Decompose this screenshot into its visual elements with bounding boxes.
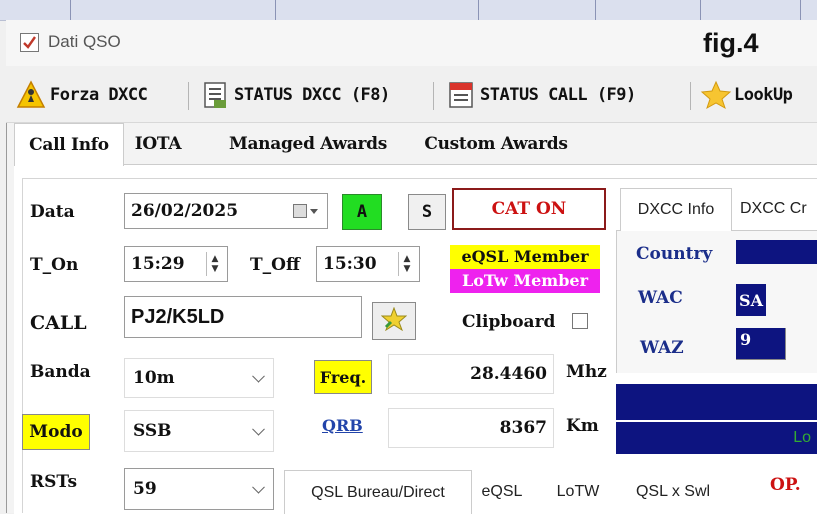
frequency-input[interactable]: 28.4460 bbox=[388, 354, 554, 394]
star-icon bbox=[380, 306, 408, 336]
warning-icon bbox=[16, 80, 46, 110]
clipboard-checkbox[interactable] bbox=[572, 313, 588, 329]
clipboard-label: Clipboard bbox=[462, 312, 556, 332]
tab-dxcc-cr[interactable]: DXCC Cr bbox=[732, 188, 817, 230]
lotw-member-badge: LoTw Member bbox=[450, 269, 600, 293]
tab-iota[interactable]: IOTA bbox=[124, 125, 192, 163]
call-input[interactable]: PJ2/K5LD bbox=[124, 296, 362, 338]
tab-qsl-swl[interactable]: QSL x Swl bbox=[620, 470, 726, 513]
qrb-unit: Km bbox=[566, 416, 599, 436]
qrb-value: 8367 bbox=[499, 418, 547, 438]
t-off-spinner[interactable]: ▲ ▼ bbox=[398, 252, 415, 276]
country-label: Country bbox=[636, 244, 713, 264]
group-border-left bbox=[22, 178, 23, 513]
t-on-value: 15:29 bbox=[131, 254, 185, 274]
status-call-label: STATUS CALL (F9) bbox=[480, 85, 636, 105]
t-off-time-input[interactable]: 15:30 ▲ ▼ bbox=[316, 246, 420, 282]
figure-label: fig.4 bbox=[703, 28, 759, 58]
a-button[interactable]: A bbox=[342, 194, 382, 230]
modo-dropdown[interactable]: SSB bbox=[124, 410, 274, 452]
info-bar-top bbox=[616, 384, 817, 420]
modo-label: Modo bbox=[22, 414, 90, 450]
chevron-down-icon bbox=[252, 369, 265, 383]
eqsl-member-badge: eQSL Member bbox=[450, 245, 600, 269]
tab-eqsl[interactable]: eQSL bbox=[470, 470, 534, 513]
qrb-link[interactable]: QRB bbox=[322, 416, 363, 435]
s-button[interactable]: S bbox=[408, 194, 446, 230]
force-dxcc-label: Forza DXCC bbox=[50, 85, 148, 105]
call-value: PJ2/K5LD bbox=[131, 305, 225, 328]
freq-unit: Mhz bbox=[566, 362, 607, 382]
star-icon bbox=[700, 80, 732, 110]
info-bar-bottom: Lo bbox=[616, 422, 817, 454]
rsts-value: 59 bbox=[133, 479, 157, 499]
banda-dropdown[interactable]: 10m bbox=[124, 358, 274, 398]
chevron-down-icon bbox=[252, 480, 265, 494]
checkbox-app-icon bbox=[20, 33, 39, 52]
calendar-document-icon bbox=[446, 80, 476, 110]
rsts-dropdown[interactable]: 59 bbox=[124, 468, 274, 510]
banda-label: Banda bbox=[30, 362, 91, 382]
toolbar-separator bbox=[690, 82, 691, 110]
group-border-top bbox=[22, 178, 817, 179]
lookup-label: LookUp bbox=[734, 85, 793, 105]
waz-label: WAZ bbox=[640, 338, 684, 358]
t-off-label: T_Off bbox=[250, 255, 300, 275]
data-label: Data bbox=[30, 202, 75, 222]
t-off-value: 15:30 bbox=[323, 254, 377, 274]
wac-value: SA bbox=[736, 284, 766, 316]
tab-managed-awards[interactable]: Managed Awards bbox=[214, 125, 402, 163]
banda-value: 10m bbox=[133, 368, 175, 388]
cat-on-button[interactable]: CAT ON bbox=[452, 188, 606, 230]
force-dxcc-button[interactable]: Forza DXCC bbox=[16, 74, 148, 116]
chevron-down-icon bbox=[252, 422, 265, 436]
tab-custom-awards[interactable]: Custom Awards bbox=[408, 125, 584, 163]
tab-dxcc-info[interactable]: DXCC Info bbox=[620, 188, 732, 231]
call-label: CALL bbox=[30, 312, 87, 334]
rsts-label: RSTs bbox=[30, 472, 78, 492]
tab-call-info[interactable]: Call Info bbox=[14, 123, 124, 166]
list-document-icon bbox=[200, 80, 230, 110]
modo-value: SSB bbox=[133, 421, 172, 441]
wac-label: WAC bbox=[638, 288, 683, 308]
frequency-value: 28.4460 bbox=[470, 364, 547, 384]
lookup-button[interactable]: LookUp bbox=[700, 74, 793, 116]
background-window-strip bbox=[0, 0, 817, 21]
status-dxcc-button[interactable]: STATUS DXCC (F8) bbox=[200, 74, 390, 116]
country-value-box bbox=[736, 240, 817, 264]
t-on-label: T_On bbox=[30, 255, 79, 275]
freq-label[interactable]: Freq. bbox=[314, 360, 372, 394]
status-call-button[interactable]: STATUS CALL (F9) bbox=[446, 74, 636, 116]
t-on-time-input[interactable]: 15:29 ▲ ▼ bbox=[124, 246, 228, 282]
tab-lotw[interactable]: LoTW bbox=[540, 470, 616, 513]
t-on-spinner[interactable]: ▲ ▼ bbox=[206, 252, 223, 276]
window-title: Dati QSO bbox=[48, 32, 121, 51]
calendar-dropdown-icon[interactable] bbox=[293, 203, 319, 219]
date-value: 26/02/2025 bbox=[131, 201, 239, 221]
status-dxcc-label: STATUS DXCC (F8) bbox=[234, 85, 390, 105]
tab-qsl-bureau-direct[interactable]: QSL Bureau/Direct bbox=[284, 470, 472, 514]
title-bar bbox=[6, 20, 817, 66]
toolbar-separator bbox=[433, 82, 434, 110]
favorite-call-button[interactable] bbox=[372, 302, 416, 340]
date-picker[interactable]: 26/02/2025 bbox=[124, 193, 328, 229]
toolbar-separator bbox=[188, 82, 189, 110]
qrb-input[interactable]: 8367 bbox=[388, 408, 554, 448]
op-label: OP. bbox=[770, 475, 801, 495]
waz-value: 9 bbox=[736, 328, 786, 360]
